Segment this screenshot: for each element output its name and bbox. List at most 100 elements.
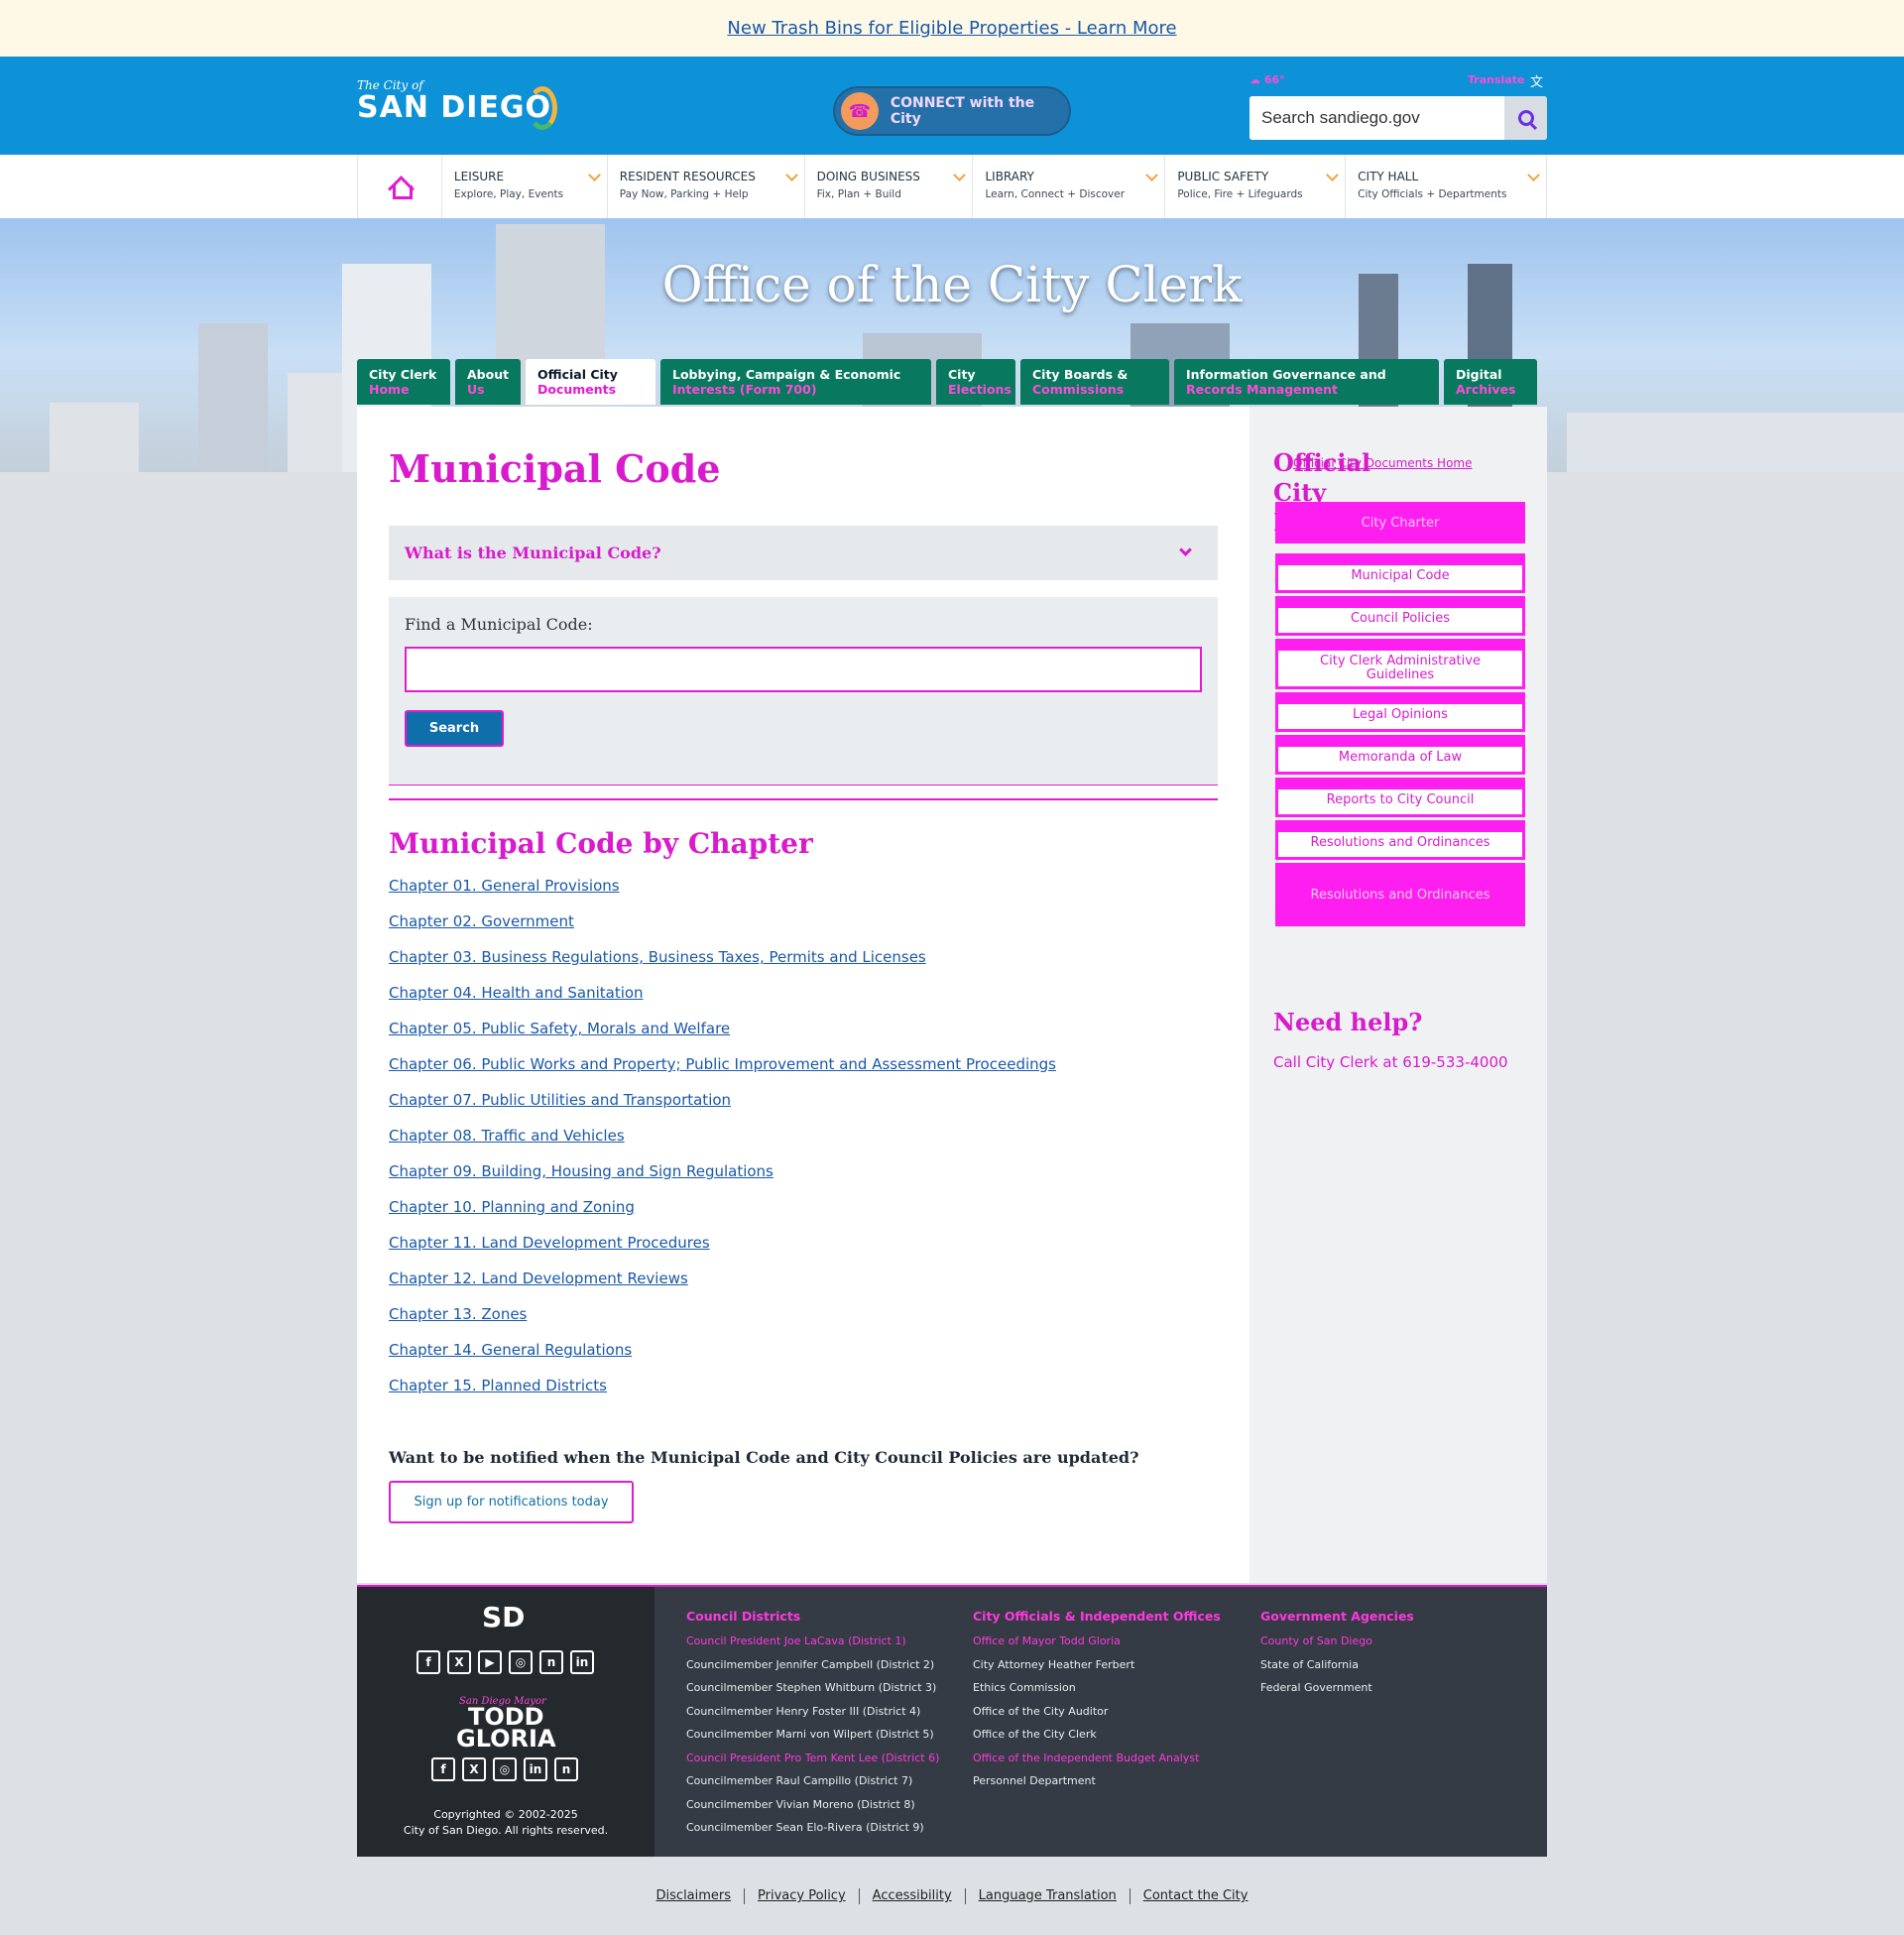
tab-city-boards[interactable]: City Boards & Commissions xyxy=(1020,359,1169,405)
tab-city-elections[interactable]: City Elections xyxy=(936,359,1015,405)
help-phone-link[interactable]: Call City Clerk at 619-533-4000 xyxy=(1273,1053,1508,1071)
x-twitter-icon[interactable]: X xyxy=(462,1757,486,1781)
footer-link[interactable]: Councilmember Sean Elo-Rivera (District … xyxy=(686,1816,939,1840)
instagram-icon[interactable]: ◎ xyxy=(493,1757,517,1781)
footer-link[interactable]: Council President Joe LaCava (District 1… xyxy=(686,1630,939,1653)
notify-signup-button[interactable]: Sign up for notifications today xyxy=(389,1481,634,1523)
tab-about-us[interactable]: About Us xyxy=(455,359,521,405)
find-code-input[interactable] xyxy=(405,647,1202,692)
sidebar-item-city-charter[interactable]: City Charter xyxy=(1275,502,1525,544)
chapter-link[interactable]: Chapter 13. Zones xyxy=(389,1305,527,1323)
facebook-icon[interactable]: f xyxy=(431,1757,455,1781)
list-item: Chapter 12. Land Development Reviews xyxy=(389,1270,1056,1305)
sidebar-item-resolutions[interactable]: Resolutions and Ordinances xyxy=(1275,820,1525,860)
chapter-link[interactable]: Chapter 08. Traffic and Vehicles xyxy=(389,1127,625,1145)
sidebar-item-reports-to-council[interactable]: Reports to City Council xyxy=(1275,778,1525,817)
nav-item-city-hall[interactable]: CITY HALL City Officials + Departments xyxy=(1346,155,1547,218)
sidebar-item-clerk-guidelines[interactable]: City Clerk Administrative Guidelines xyxy=(1275,639,1525,689)
chapter-link[interactable]: Chapter 05. Public Safety, Morals and We… xyxy=(389,1020,730,1037)
nextdoor-icon[interactable]: n xyxy=(554,1757,578,1781)
logo-swirl-icon xyxy=(528,86,557,130)
footer-link[interactable]: Councilmember Raul Campillo (District 7) xyxy=(686,1769,939,1793)
link-disclaimers[interactable]: Disclaimers xyxy=(644,1888,745,1904)
nextdoor-icon[interactable]: n xyxy=(539,1650,563,1674)
footer-link[interactable]: City Attorney Heather Ferbert xyxy=(973,1653,1221,1677)
nav-item-public-safety[interactable]: PUBLIC SAFETY Police, Fire + Lifeguards xyxy=(1165,155,1347,218)
chapter-link[interactable]: Chapter 09. Building, Housing and Sign R… xyxy=(389,1162,774,1180)
footer-link[interactable]: Councilmember Vivian Moreno (District 8) xyxy=(686,1793,939,1817)
link-privacy-policy[interactable]: Privacy Policy xyxy=(744,1888,859,1904)
chapter-link[interactable]: Chapter 14. General Regulations xyxy=(389,1341,632,1359)
nav-item-title: CITY HALL xyxy=(1358,170,1419,183)
home-icon xyxy=(389,177,413,199)
footer-link[interactable]: County of San Diego xyxy=(1260,1630,1414,1653)
find-code-search-button[interactable]: Search xyxy=(405,710,504,747)
footer-col-title: Government Agencies xyxy=(1260,1609,1414,1624)
tab-official-city-documents[interactable]: Official City Documents xyxy=(526,359,655,405)
instagram-icon[interactable]: ◎ xyxy=(509,1650,533,1674)
footer-link[interactable]: Ethics Commission xyxy=(973,1676,1221,1700)
logo-big-text: SAN DIEGO xyxy=(357,90,552,125)
sidebar-item-memoranda-of-law[interactable]: Memoranda of Law xyxy=(1275,735,1525,775)
nav-item-doing-business[interactable]: DOING BUSINESS Fix, Plan + Build xyxy=(805,155,974,218)
sidebar-item-municipal-code[interactable]: Municipal Code xyxy=(1275,553,1525,593)
sidebar-home-link[interactable]: Official City Documents Home xyxy=(1293,456,1473,470)
footer-link[interactable]: Office of Mayor Todd Gloria xyxy=(973,1630,1221,1653)
tab-city-clerk-home[interactable]: City Clerk Home xyxy=(357,359,450,405)
page-title: Municipal Code xyxy=(389,446,721,491)
chapter-link[interactable]: Chapter 11. Land Development Procedures xyxy=(389,1234,710,1252)
x-twitter-icon[interactable]: X xyxy=(447,1650,471,1674)
youtube-icon[interactable]: ▶ xyxy=(478,1650,502,1674)
sd-logo[interactable]: SD xyxy=(482,1601,525,1633)
site-search-input[interactable] xyxy=(1250,96,1504,140)
facebook-icon[interactable]: f xyxy=(416,1650,440,1674)
footer-link[interactable]: Office of the City Clerk xyxy=(973,1723,1221,1747)
tab-digital-archives[interactable]: Digital Archives xyxy=(1444,359,1537,405)
chapter-link[interactable]: Chapter 06. Public Works and Property; P… xyxy=(389,1055,1056,1073)
nav-home[interactable] xyxy=(358,155,442,218)
footer-link[interactable]: Office of the City Auditor xyxy=(973,1700,1221,1724)
translate-icon[interactable]: 文 xyxy=(1530,71,1543,90)
mayor-logo[interactable]: TODD GLORIA xyxy=(456,1705,556,1751)
nav-item-leisure[interactable]: LEISURE Explore, Play, Events xyxy=(442,155,608,218)
municipal-code-accordion[interactable]: What is the Municipal Code? xyxy=(389,526,1218,580)
nav-item-resident-resources[interactable]: RESIDENT RESOURCES Pay Now, Parking + He… xyxy=(608,155,805,218)
chapter-link[interactable]: Chapter 12. Land Development Reviews xyxy=(389,1270,688,1287)
tab-lobbying[interactable]: Lobbying, Campaign & Economic Interests … xyxy=(660,359,931,405)
translate-link[interactable]: Translate xyxy=(1468,73,1524,86)
nav-item-library[interactable]: LIBRARY Learn, Connect + Discover xyxy=(973,155,1166,218)
footer-link[interactable]: Federal Government xyxy=(1260,1676,1414,1700)
link-accessibility[interactable]: Accessibility xyxy=(858,1888,965,1904)
chapter-link[interactable]: Chapter 15. Planned Districts xyxy=(389,1377,607,1394)
list-item: Chapter 10. Planning and Zoning xyxy=(389,1198,1056,1234)
linkedin-icon[interactable]: in xyxy=(570,1650,594,1674)
connect-button[interactable]: ☎ CONNECT with the City xyxy=(833,86,1071,136)
chapter-link[interactable]: Chapter 07. Public Utilities and Transpo… xyxy=(389,1091,731,1109)
footer-link[interactable]: State of California xyxy=(1260,1653,1414,1677)
alert-link[interactable]: New Trash Bins for Eligible Properties -… xyxy=(727,18,1176,39)
link-contact-city[interactable]: Contact the City xyxy=(1129,1888,1261,1904)
footer-link[interactable]: Councilmember Henry Foster III (District… xyxy=(686,1700,939,1724)
site-search-button[interactable] xyxy=(1504,96,1547,140)
footer-link[interactable]: Councilmember Stephen Whitburn (District… xyxy=(686,1676,939,1700)
footer-link[interactable]: Councilmember Jennifer Campbell (Distric… xyxy=(686,1653,939,1677)
footer-link[interactable]: Office of the Independent Budget Analyst xyxy=(973,1747,1221,1770)
link-language-translation[interactable]: Language Translation xyxy=(964,1888,1130,1904)
chapter-link[interactable]: Chapter 10. Planning and Zoning xyxy=(389,1198,635,1216)
city-logo[interactable]: The City of SAN DIEGO xyxy=(357,78,557,130)
chapter-link[interactable]: Chapter 03. Business Regulations, Busine… xyxy=(389,948,926,966)
chapter-link[interactable]: Chapter 02. Government xyxy=(389,912,574,930)
sidebar-item-resolutions-ordinances[interactable]: Resolutions and Ordinances xyxy=(1275,863,1525,926)
tab-information-governance[interactable]: Information Governance and Records Manag… xyxy=(1174,359,1439,405)
list-item: Chapter 04. Health and Sanitation xyxy=(389,984,1056,1020)
sidebar-item-legal-opinions[interactable]: Legal Opinions xyxy=(1275,692,1525,732)
linkedin-icon[interactable]: in xyxy=(524,1757,547,1781)
chapter-link[interactable]: Chapter 04. Health and Sanitation xyxy=(389,984,644,1002)
sidebar-item-council-policies[interactable]: Council Policies xyxy=(1275,596,1525,636)
chapter-link[interactable]: Chapter 01. General Provisions xyxy=(389,877,620,895)
footer-link[interactable]: Personnel Department xyxy=(973,1769,1221,1793)
footer-link[interactable]: Councilmember Marni von Wilpert (Distric… xyxy=(686,1723,939,1747)
footer-col-title: City Officials & Independent Offices xyxy=(973,1609,1221,1624)
footer-link[interactable]: Council President Pro Tem Kent Lee (Dist… xyxy=(686,1747,939,1770)
footer-brand: SD f X ▶ ◎ n in San Diego Mayor TODD GLO… xyxy=(357,1587,654,1857)
